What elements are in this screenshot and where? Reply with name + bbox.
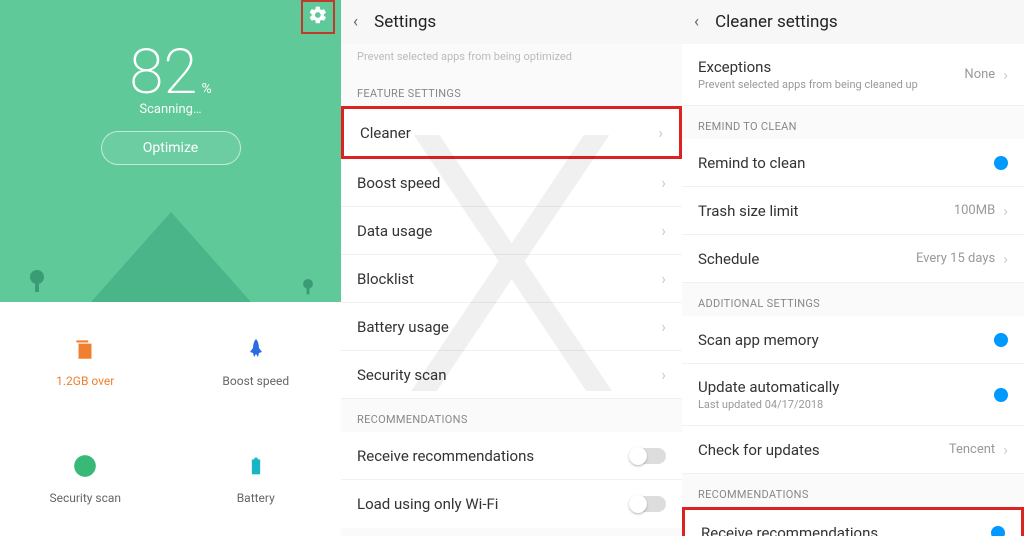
settings-titlebar: ‹ Settings	[341, 0, 682, 44]
cleaner-titlebar: ‹ Cleaner settings	[682, 0, 1024, 44]
update-auto-row[interactable]: Update automatically Last updated 04/17/…	[682, 364, 1024, 426]
security-scan-row[interactable]: Security scan ›	[341, 351, 682, 399]
security-label: Security scan	[357, 366, 661, 384]
storage-cell[interactable]: 1.2GB over	[0, 302, 171, 419]
trash-label: Trash size limit	[698, 202, 954, 220]
landscape-illustration: ~ ~	[0, 182, 341, 302]
toggle-on-icon[interactable]	[994, 333, 1008, 347]
chevron-right-icon: ›	[1003, 201, 1008, 220]
update-auto-sub: Last updated 04/17/2018	[698, 398, 994, 411]
blocklist-row[interactable]: Blocklist ›	[341, 255, 682, 303]
trash-value: 100MB	[954, 203, 995, 218]
check-updates-value: Tencent	[949, 442, 995, 457]
back-icon[interactable]: ‹	[353, 12, 358, 32]
remind-label: Remind to clean	[698, 154, 994, 172]
battery-cell[interactable]: Battery	[171, 419, 342, 536]
load-wifi-row[interactable]: Load using only Wi-Fi	[341, 480, 682, 528]
toggle-switch[interactable]	[630, 496, 666, 512]
schedule-label: Schedule	[698, 250, 916, 268]
check-updates-label: Check for updates	[698, 441, 949, 459]
update-auto-title: Update automatically	[698, 378, 994, 396]
boost-cell[interactable]: Boost speed	[171, 302, 342, 419]
scan-memory-row[interactable]: Scan app memory	[682, 316, 1024, 364]
additional-header: ADDITIONAL SETTINGS	[682, 283, 1024, 316]
hero-area: 82% Scanning… Optimize ~ ~	[0, 0, 341, 302]
scanning-status: Scanning…	[0, 102, 341, 117]
optimize-button[interactable]: Optimize	[101, 131, 241, 165]
wifi-label: Load using only Wi-Fi	[357, 495, 630, 513]
chevron-right-icon: ›	[661, 317, 666, 336]
storage-label: 1.2GB over	[56, 374, 114, 388]
tree-icon	[303, 278, 313, 295]
scan-mem-label: Scan app memory	[698, 331, 994, 349]
shield-icon	[70, 451, 100, 481]
trash-limit-row[interactable]: Trash size limit 100MB ›	[682, 187, 1024, 235]
security-cell[interactable]: Security scan	[0, 419, 171, 536]
score-number: 82	[129, 42, 197, 104]
security-app-panel: 82% Scanning… Optimize ~ ~ 1.2GB over Bo…	[0, 0, 341, 536]
battery-label: Battery usage	[357, 318, 661, 336]
chevron-right-icon: ›	[1003, 249, 1008, 268]
feature-settings-header: FEATURE SETTINGS	[341, 73, 682, 106]
data-label: Data usage	[357, 222, 661, 240]
toggle-on-icon[interactable]	[994, 388, 1008, 402]
recommendations-header-3: RECOMMENDATIONS	[682, 474, 1024, 507]
recommendations-header: RECOMMENDATIONS	[341, 399, 682, 432]
cleaner-row[interactable]: Cleaner ›	[341, 106, 682, 159]
settings-gear-highlight	[301, 0, 335, 34]
receive-rec-label: Receive recommendations	[357, 447, 630, 465]
exceptions-row[interactable]: Exceptions Prevent selected apps from be…	[682, 44, 1024, 106]
toggle-switch[interactable]	[630, 448, 666, 464]
exceptions-value: None	[964, 67, 995, 82]
rocket-icon	[241, 334, 271, 364]
remind-to-clean-row[interactable]: Remind to clean	[682, 139, 1024, 187]
chevron-right-icon: ›	[661, 173, 666, 192]
settings-title: Settings	[374, 12, 436, 32]
back-icon[interactable]: ‹	[694, 12, 699, 32]
blocklist-label: Blocklist	[357, 270, 661, 288]
cleaner-title: Cleaner settings	[715, 12, 838, 32]
boost-label: Boost speed	[222, 374, 289, 388]
schedule-value: Every 15 days	[916, 251, 995, 266]
cleaner-label: Cleaner	[360, 124, 658, 142]
check-updates-row[interactable]: Check for updates Tencent ›	[682, 426, 1024, 474]
boost-label: Boost speed	[357, 174, 661, 192]
chevron-right-icon: ›	[1003, 440, 1008, 459]
score-block: 82% Scanning… Optimize	[0, 0, 341, 165]
receive-rec-label-3: Receive recommendations	[701, 524, 991, 536]
chevron-right-icon: ›	[661, 365, 666, 384]
gear-icon[interactable]	[308, 5, 328, 29]
tree-icon	[30, 268, 44, 292]
battery-usage-row[interactable]: Battery usage ›	[341, 303, 682, 351]
update-auto-label: Update automatically Last updated 04/17/…	[698, 378, 994, 411]
battery-icon	[241, 451, 271, 481]
settings-panel: X ‹ Settings Prevent selected apps from …	[341, 0, 682, 536]
receive-recommendations-row-3[interactable]: Receive recommendations	[682, 507, 1024, 536]
exceptions-title: Exceptions	[698, 58, 964, 76]
boost-speed-row[interactable]: Boost speed ›	[341, 159, 682, 207]
toggle-on-icon[interactable]	[991, 526, 1005, 536]
chevron-right-icon: ›	[1003, 65, 1008, 84]
data-usage-row[interactable]: Data usage ›	[341, 207, 682, 255]
feature-grid: 1.2GB over Boost speed Security scan Bat…	[0, 302, 341, 536]
chevron-right-icon: ›	[661, 269, 666, 288]
security-label: Security scan	[49, 491, 121, 505]
cleaner-settings-panel: ‹ Cleaner settings Exceptions Prevent se…	[682, 0, 1024, 536]
battery-label: Battery	[237, 491, 275, 505]
exceptions-label: Exceptions Prevent selected apps from be…	[698, 58, 964, 91]
receive-recommendations-row[interactable]: Receive recommendations	[341, 432, 682, 480]
chevron-right-icon: ›	[658, 123, 663, 142]
exceptions-sub: Prevent selected apps from being cleaned…	[698, 78, 964, 91]
remind-header: REMIND TO CLEAN	[682, 106, 1024, 139]
trash-icon	[70, 334, 100, 364]
percent-sign: %	[201, 81, 211, 97]
schedule-row[interactable]: Schedule Every 15 days ›	[682, 235, 1024, 283]
toggle-on-icon[interactable]	[994, 156, 1008, 170]
chevron-right-icon: ›	[661, 221, 666, 240]
mountain-icon	[91, 212, 251, 302]
truncated-row: Prevent selected apps from being optimiz…	[341, 44, 682, 73]
